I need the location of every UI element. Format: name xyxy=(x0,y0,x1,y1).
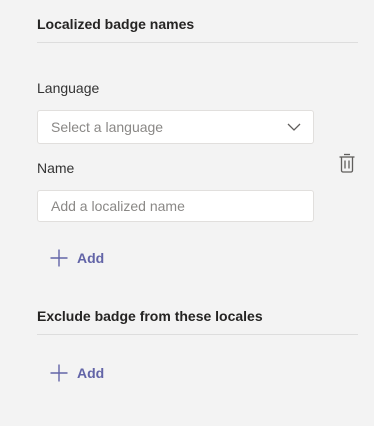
localized-name-input[interactable]: Add a localized name xyxy=(37,190,314,222)
localized-name-placeholder: Add a localized name xyxy=(51,198,185,214)
trash-icon[interactable] xyxy=(338,152,356,174)
language-select[interactable]: Select a language xyxy=(37,110,314,144)
add-localized-name-button[interactable]: Add xyxy=(49,248,104,268)
chevron-down-icon xyxy=(287,123,301,131)
exclude-section-divider xyxy=(37,334,358,335)
name-label: Name xyxy=(37,160,75,176)
plus-icon xyxy=(50,364,68,382)
localized-section-divider xyxy=(37,42,358,43)
language-label: Language xyxy=(37,80,100,96)
language-select-placeholder: Select a language xyxy=(51,119,164,135)
plus-icon xyxy=(50,249,68,267)
add-excluded-locale-label: Add xyxy=(77,365,105,381)
add-localized-name-label: Add xyxy=(77,250,105,266)
exclude-section-title: Exclude badge from these locales xyxy=(37,308,263,324)
localized-section-title: Localized badge names xyxy=(37,16,195,32)
add-excluded-locale-button[interactable]: Add xyxy=(49,363,104,383)
